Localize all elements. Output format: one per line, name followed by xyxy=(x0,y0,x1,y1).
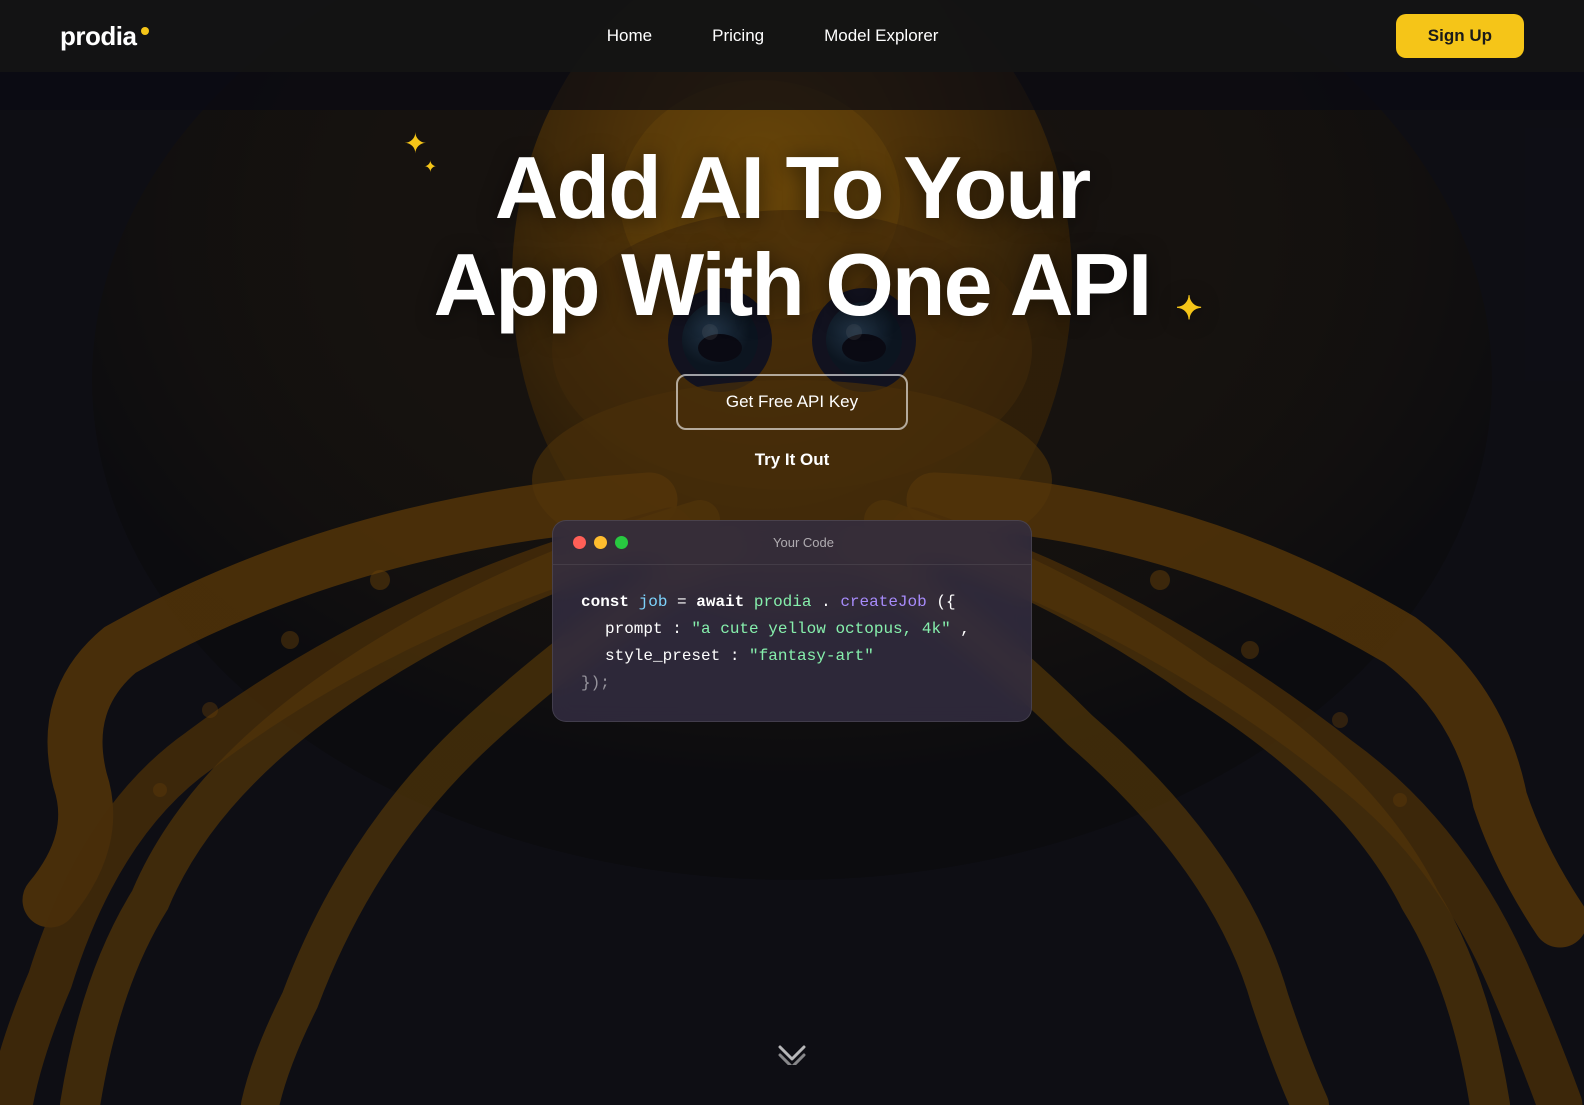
code-body: const job = await prodia . createJob ({ … xyxy=(553,565,1031,722)
navbar: prodia Home Pricing Model Explorer Sign … xyxy=(0,0,1584,72)
code-line-1: const job = await prodia . createJob ({ xyxy=(581,589,1003,616)
code-key-prompt: prompt xyxy=(605,620,663,638)
code-close: }); xyxy=(581,674,610,692)
logo[interactable]: prodia xyxy=(60,21,149,52)
window-dot-red xyxy=(573,536,586,549)
code-func-createjob: createJob xyxy=(840,593,926,611)
code-titlebar: Your Code xyxy=(553,521,1031,565)
scroll-indicator[interactable] xyxy=(778,1045,806,1065)
logo-text: prodia xyxy=(60,21,136,52)
nav-link-pricing[interactable]: Pricing xyxy=(712,26,764,45)
nav-item-home[interactable]: Home xyxy=(607,26,652,46)
hero-title: Add AI To Your App With One API ✦ xyxy=(434,140,1151,334)
sparkle-top-left-small: ✦ xyxy=(424,160,437,176)
code-keyword-const: const xyxy=(581,593,629,611)
sparkle-top-left: ✦ xyxy=(404,130,427,158)
code-line-3: style_preset : "fantasy-art" xyxy=(581,643,1003,670)
logo-dot xyxy=(141,27,149,35)
code-var-job: job xyxy=(639,593,668,611)
code-string-prompt-val: "a cute yellow octopus, 4k" xyxy=(691,620,950,638)
nav-link-home[interactable]: Home xyxy=(607,26,652,45)
code-window-title: Your Code xyxy=(596,535,1011,550)
hero-title-wrap: ✦ ✦ Add AI To Your App With One API ✦ xyxy=(434,140,1151,334)
nav-link-model-explorer[interactable]: Model Explorer xyxy=(824,26,938,45)
nav-item-pricing[interactable]: Pricing xyxy=(712,26,764,46)
hero-content: ✦ ✦ Add AI To Your App With One API ✦ Ge… xyxy=(0,0,1584,1105)
hero-section: ✦ ✦ Add AI To Your App With One API ✦ Ge… xyxy=(0,0,1584,1105)
get-api-key-button[interactable]: Get Free API Key xyxy=(676,374,908,430)
hero-title-line1: Add AI To Your xyxy=(495,138,1089,237)
code-key-style: style_preset xyxy=(605,647,720,665)
code-window: Your Code const job = await prodia . cre… xyxy=(552,520,1032,723)
signup-button[interactable]: Sign Up xyxy=(1396,14,1524,58)
nav-links: Home Pricing Model Explorer xyxy=(607,26,939,46)
code-line-4: }); xyxy=(581,670,1003,697)
code-keyword-await: await xyxy=(696,593,744,611)
scroll-chevron-icon xyxy=(778,1045,806,1065)
code-line-2: prompt : "a cute yellow octopus, 4k" , xyxy=(581,616,1003,643)
hero-title-line2: App With One API xyxy=(434,235,1151,334)
sparkle-bottom-right: ✦ xyxy=(1176,292,1201,324)
try-it-out-link[interactable]: Try It Out xyxy=(755,450,830,470)
code-string-style-val: "fantasy-art" xyxy=(749,647,874,665)
nav-item-model-explorer[interactable]: Model Explorer xyxy=(824,26,938,46)
code-func-prodia: prodia xyxy=(754,593,812,611)
